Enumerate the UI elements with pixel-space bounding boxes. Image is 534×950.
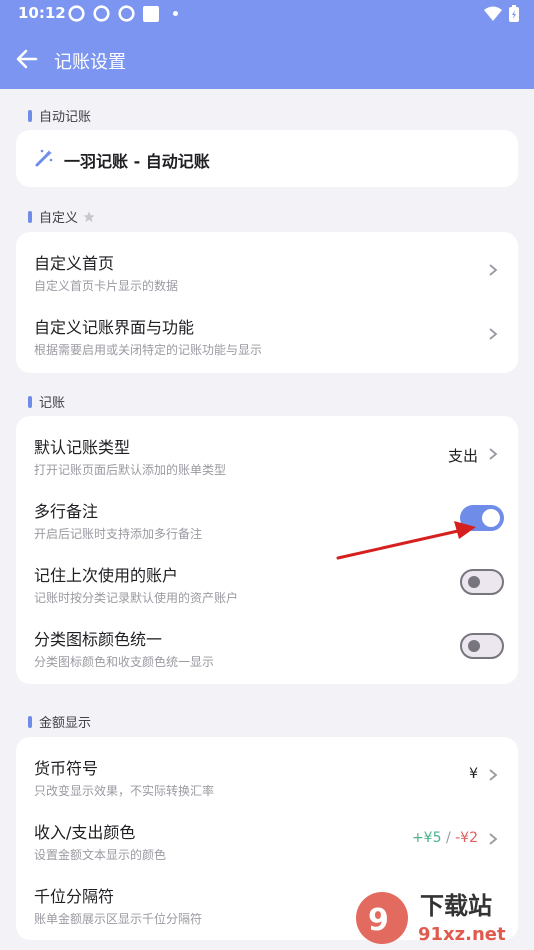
custom-home-desc: 自定义首页卡片显示的数据 (34, 279, 179, 293)
income-expense-color-desc: 设置金额文本显示的颜色 (34, 848, 167, 862)
default-type-item[interactable]: 默认记账类型 打开记账页面后默认添加的账单类型 支出 (16, 422, 518, 486)
annotation-arrow (336, 521, 476, 560)
custom-interface-item[interactable]: 自定义记账界面与功能 根据需要启用或关闭特定的记账功能与显示 (16, 302, 518, 366)
battery-icon (509, 5, 519, 22)
income-expense-color-item[interactable]: 收入/支出颜色 设置金额文本显示的颜色 +¥5 / -¥2 (16, 807, 518, 871)
currency-symbol-value: ¥ (469, 766, 478, 782)
custom-card: 自定义首页 自定义首页卡片显示的数据 自定义记账界面与功能 根据需要启用或关闭特… (16, 232, 518, 373)
custom-home-label: 自定义首页 (34, 254, 115, 273)
section-title-custom: 自定义 (28, 207, 95, 226)
remember-account-toggle[interactable] (460, 569, 504, 595)
remember-account-desc: 记账时按分类记录默认使用的资产账户 (34, 591, 239, 605)
default-type-value: 支出 (447, 447, 478, 465)
custom-interface-label: 自定义记账界面与功能 (34, 318, 195, 337)
magic-wand-icon (35, 149, 53, 167)
income-sample: +¥5 (411, 830, 442, 846)
status-time: 10:12 (18, 4, 66, 22)
income-expense-color-label: 收入/支出颜色 (34, 823, 136, 842)
section-title-amount: 金额显示 (28, 712, 91, 731)
star-icon (83, 211, 95, 222)
status-bar: 10:12 (0, 0, 534, 28)
multiline-note-label: 多行备注 (34, 502, 99, 521)
color-separator: / (445, 830, 451, 846)
multiline-note-desc: 开启后记账时支持添加多行备注 (34, 527, 203, 541)
svg-text:91xz.net: 91xz.net (418, 924, 506, 945)
currency-symbol-desc: 只改变显示效果，不实际转换汇率 (34, 784, 215, 798)
custom-home-item[interactable]: 自定义首页 自定义首页卡片显示的数据 (16, 238, 518, 302)
back-arrow-icon[interactable] (14, 46, 40, 72)
thousand-separator-desc: 账单金额展示区显示千位分隔符 (34, 912, 203, 926)
default-type-label: 默认记账类型 (34, 438, 131, 457)
chevron-right-icon (489, 328, 498, 340)
notification-app-icon (68, 5, 85, 22)
icon-color-desc: 分类图标颜色和收支颜色统一显示 (34, 655, 215, 669)
remember-account-label: 记住上次使用的账户 (34, 566, 179, 585)
page-title: 记账设置 (54, 52, 126, 73)
svg-text:下载站: 下载站 (420, 892, 492, 920)
auto-bookkeeping-item[interactable]: 一羽记账 - 自动记账 (16, 130, 518, 187)
chevron-right-icon (489, 769, 498, 781)
auto-card: 一羽记账 - 自动记账 (16, 130, 518, 187)
svg-text:9: 9 (368, 903, 389, 938)
notification-app-icon (93, 5, 110, 22)
chevron-right-icon (489, 448, 498, 460)
icon-color-label: 分类图标颜色统一 (34, 630, 163, 649)
chevron-right-icon (489, 833, 498, 845)
section-title-bookkeeping: 记账 (28, 392, 65, 411)
section-title-auto: 自动记账 (28, 106, 91, 125)
chevron-right-icon (489, 264, 498, 276)
currency-symbol-label: 货币符号 (34, 759, 99, 778)
thousand-separator-label: 千位分隔符 (34, 887, 115, 906)
currency-symbol-item[interactable]: 货币符号 只改变显示效果，不实际转换汇率 ¥ (16, 743, 518, 807)
expense-sample: -¥2 (455, 830, 478, 846)
notification-dot-icon (173, 11, 178, 16)
income-expense-color-value: +¥5 / -¥2 (412, 830, 478, 846)
app-bar: 记账设置 (0, 28, 534, 89)
wifi-icon (484, 6, 502, 21)
icon-color-toggle[interactable] (460, 633, 504, 659)
icon-color-item: 分类图标颜色统一 分类图标颜色和收支颜色统一显示 (16, 614, 518, 678)
auto-bookkeeping-label: 一羽记账 - 自动记账 (64, 152, 210, 171)
custom-interface-desc: 根据需要启用或关闭特定的记账功能与显示 (34, 343, 263, 357)
notification-app-icon (118, 5, 135, 22)
default-type-desc: 打开记账页面后默认添加的账单类型 (34, 463, 227, 477)
notification-square-icon (143, 5, 159, 22)
watermark-logo: 9 下载站 91xz.net (356, 892, 506, 945)
